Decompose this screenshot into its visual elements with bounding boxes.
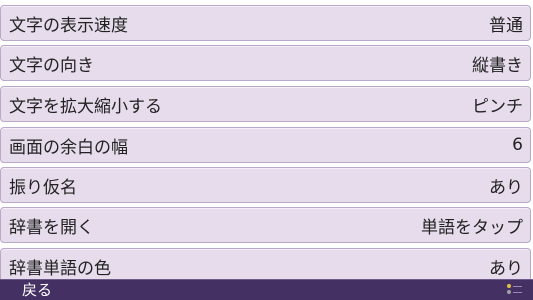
setting-value: 縦書き [472, 55, 523, 76]
setting-value: 普通 [489, 15, 523, 36]
setting-value: あり [489, 177, 523, 198]
setting-row-open-dictionary[interactable]: 辞書を開く 単語をタップ [0, 207, 531, 243]
button-b-dot [507, 290, 511, 294]
setting-row-text-zoom[interactable]: 文字を拡大縮小する ピンチ [0, 86, 531, 122]
setting-value: あり [489, 258, 523, 279]
button-a-bar [513, 286, 522, 287]
setting-row-text-speed[interactable]: 文字の表示速度 普通 [0, 5, 531, 41]
setting-row-margin-width[interactable]: 画面の余白の幅 6 [0, 127, 531, 163]
footer-bar: 戻る [0, 279, 533, 300]
setting-label: 文字の表示速度 [9, 15, 128, 36]
setting-label: 文字の向き [9, 55, 94, 76]
setting-value: 6 [512, 135, 523, 155]
button-hint-icon [507, 283, 523, 297]
settings-list: 文字の表示速度 普通 文字の向き 縦書き 文字を拡大縮小する ピンチ 画面の余白… [0, 0, 533, 280]
setting-label: 辞書単語の色 [9, 258, 111, 279]
setting-value: ピンチ [472, 96, 523, 117]
button-b-bar [513, 292, 522, 293]
button-a-dot [507, 284, 511, 288]
setting-row-dictionary-word-color[interactable]: 辞書単語の色 あり [0, 248, 531, 280]
back-button[interactable]: 戻る [22, 281, 52, 299]
setting-row-furigana[interactable]: 振り仮名 あり [0, 167, 531, 203]
setting-value: 単語をタップ [421, 217, 523, 238]
setting-label: 振り仮名 [9, 177, 77, 198]
setting-label: 辞書を開く [9, 217, 94, 238]
setting-label: 画面の余白の幅 [9, 137, 128, 158]
setting-row-text-direction[interactable]: 文字の向き 縦書き [0, 45, 531, 81]
setting-label: 文字を拡大縮小する [9, 96, 162, 117]
